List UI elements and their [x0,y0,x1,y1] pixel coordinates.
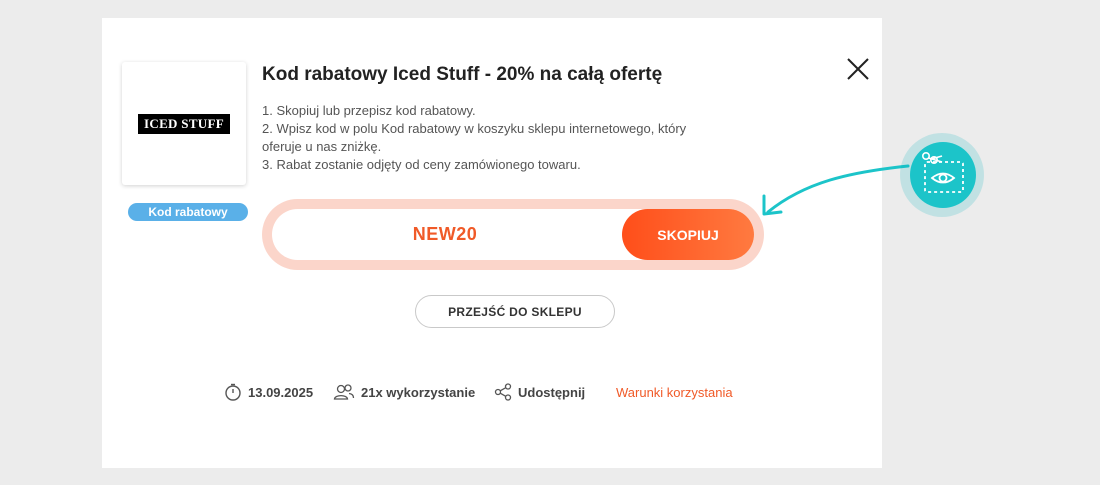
callout-badge [910,142,976,208]
callout-arrow [762,164,910,216]
scissors-coupon-icon [922,152,964,193]
